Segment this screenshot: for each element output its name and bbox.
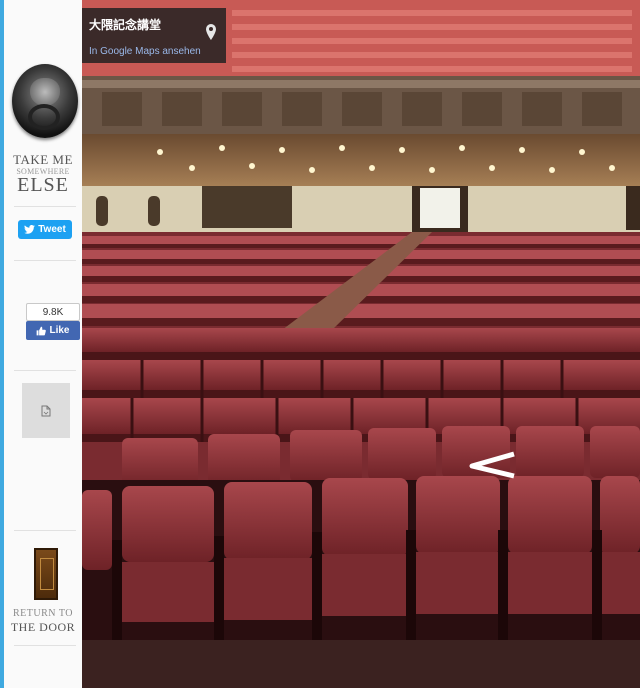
return-line1[interactable]: RETURN TO xyxy=(4,608,82,619)
view-in-google-maps-link[interactable]: In Google Maps ansehen xyxy=(89,46,201,57)
like-label: Like xyxy=(49,325,70,336)
maps-info-box: 大隈記念講堂 In Google Maps ansehen xyxy=(82,8,226,63)
map-pin-icon[interactable] xyxy=(204,24,218,40)
street-view-panorama[interactable] xyxy=(82,0,640,688)
door-icon[interactable] xyxy=(34,548,58,600)
twitter-bird-icon xyxy=(24,225,36,234)
divider xyxy=(14,530,76,531)
divider xyxy=(14,206,76,207)
auditorium-panorama-image xyxy=(82,0,640,688)
navigation-arrow-icon[interactable] xyxy=(468,448,518,482)
divider xyxy=(14,260,76,261)
tweet-label: Tweet xyxy=(38,224,66,235)
thumbs-up-icon xyxy=(37,326,47,335)
lion-knocker-logo-icon[interactable] xyxy=(12,64,78,138)
like-count: 9.8K xyxy=(26,303,80,321)
tagline-line1[interactable]: TAKE ME xyxy=(4,152,82,168)
divider xyxy=(14,645,76,646)
left-sidebar: TAKE ME SOMEWHERE ELSE Tweet 9.8K Like R… xyxy=(0,0,82,688)
tagline-line3[interactable]: ELSE xyxy=(4,174,82,197)
divider xyxy=(14,370,76,371)
facebook-like-button[interactable]: Like xyxy=(26,321,80,340)
tweet-button[interactable]: Tweet xyxy=(18,220,72,239)
place-name: 大隈記念講堂 xyxy=(89,18,162,32)
return-line2[interactable]: THE DOOR xyxy=(4,620,82,635)
broken-image-icon xyxy=(22,383,70,438)
